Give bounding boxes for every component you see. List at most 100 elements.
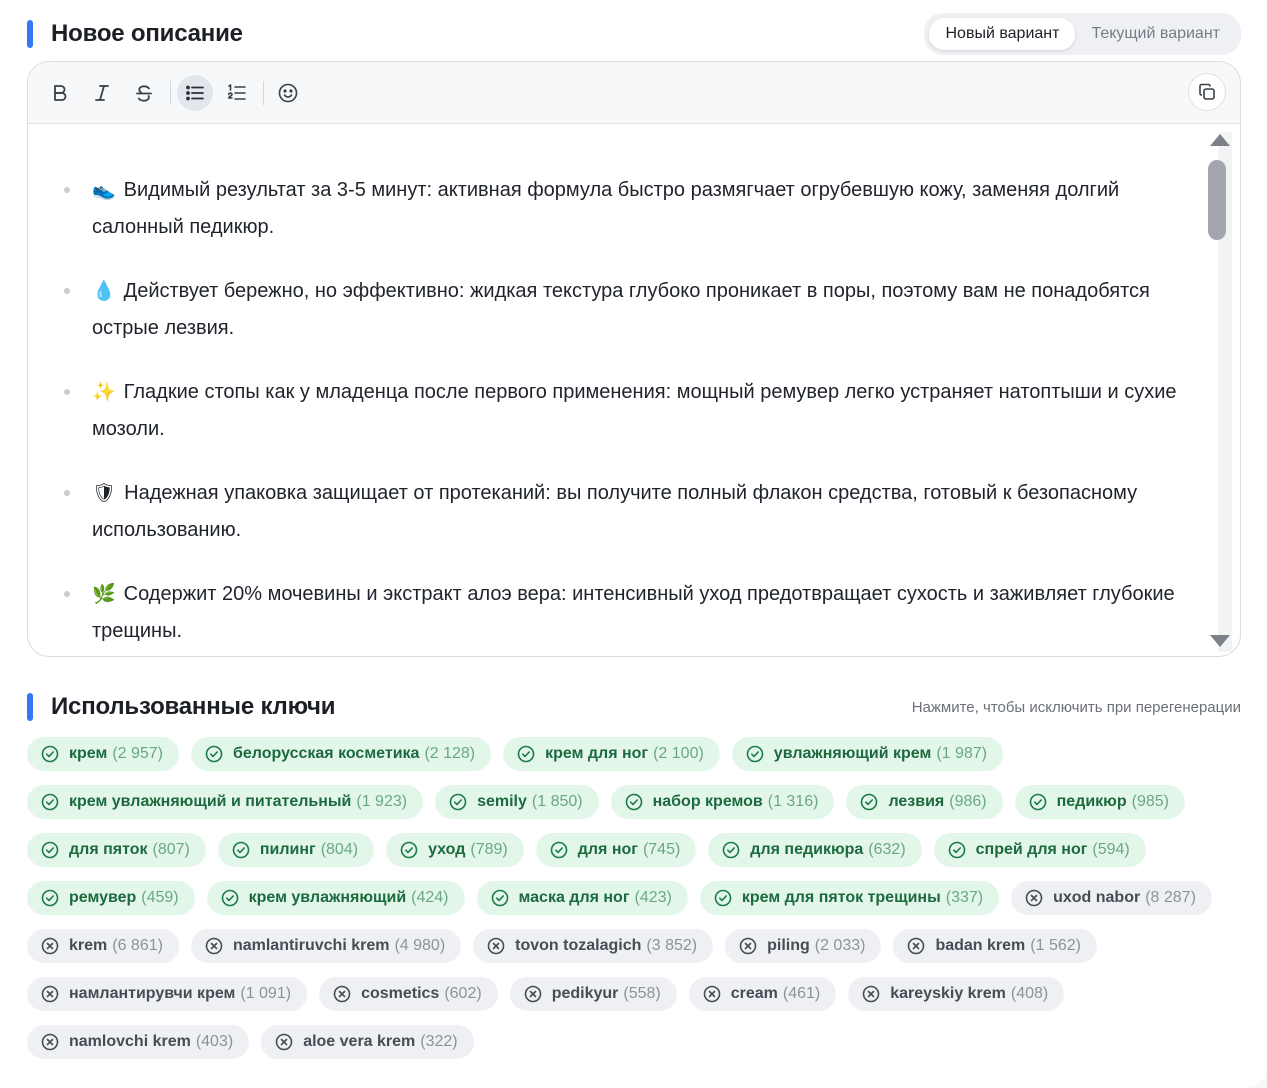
key-label: крем xyxy=(69,745,108,762)
key-count: (1 091) xyxy=(240,985,292,1002)
bullet-emoji-icon: ✨ xyxy=(92,381,116,403)
section-accent-bar xyxy=(27,20,33,48)
key-chip-included[interactable]: для ног (745) xyxy=(535,833,697,867)
key-chip-included[interactable]: крем увлажняющий и питательный (1 923) xyxy=(27,785,424,819)
check-circle-icon xyxy=(517,745,535,763)
key-chip-included[interactable]: для педикюра (632) xyxy=(708,833,922,867)
key-label: tovon tozalagich xyxy=(515,937,642,954)
key-chip-included[interactable]: маска для ног (423) xyxy=(476,881,688,915)
editor-content[interactable]: 👟 Видимый результат за 3-5 минут: активна… xyxy=(28,124,1240,656)
key-chip-included[interactable]: крем увлажняющий (424) xyxy=(206,881,465,915)
key-chip-included[interactable]: педикюр (985) xyxy=(1014,785,1185,819)
check-circle-icon xyxy=(400,841,418,859)
key-chip-excluded[interactable]: namlantiruvchi krem (4 980) xyxy=(190,929,462,963)
key-label: krem xyxy=(69,937,108,954)
keys-title: Использованные ключи xyxy=(51,693,336,720)
x-circle-icon xyxy=(908,937,925,955)
check-circle-icon xyxy=(491,889,508,907)
key-count: (424) xyxy=(411,889,449,906)
key-chip-excluded[interactable]: badan krem (1 562) xyxy=(893,929,1097,963)
scrollbar-thumb[interactable] xyxy=(1208,160,1226,240)
key-label: aloe vera krem xyxy=(303,1033,416,1050)
key-label: набор кремов xyxy=(652,793,763,810)
key-chip-excluded[interactable]: cream (461) xyxy=(688,977,837,1011)
key-chip-included[interactable]: уход (789) xyxy=(386,833,524,867)
strikethrough-button[interactable] xyxy=(126,75,162,111)
key-chip-included[interactable]: пилинг (804) xyxy=(217,833,375,867)
key-chip-included[interactable]: ремувер (459) xyxy=(27,881,195,915)
key-chip-included[interactable]: увлажняющий крем (1 987) xyxy=(731,737,1004,771)
key-label: уход xyxy=(428,841,466,858)
key-chip-excluded[interactable]: namlovchi krem (403) xyxy=(27,1025,250,1059)
key-chip-included[interactable]: для пяток (807) xyxy=(27,833,206,867)
bullet-list-icon xyxy=(186,85,204,100)
key-chip-excluded[interactable]: piling (2 033) xyxy=(725,929,882,963)
bold-button[interactable] xyxy=(42,75,78,111)
check-circle-icon xyxy=(746,745,764,763)
list-item: 🌿 Содержит 20% мочевины и экстракт алоэ в… xyxy=(64,576,1192,650)
key-label: kareyskiy krem xyxy=(890,985,1006,1002)
key-count: (602) xyxy=(444,985,482,1002)
key-label: намлантирувчи крем xyxy=(69,985,236,1002)
key-chip-included[interactable]: крем (2 957) xyxy=(27,737,180,771)
key-label: pedikyur xyxy=(551,985,619,1002)
key-count: (1 316) xyxy=(767,793,819,810)
key-label: для ног xyxy=(577,841,638,858)
key-label: cosmetics xyxy=(361,985,440,1002)
key-chip-excluded[interactable]: pedikyur (558) xyxy=(509,977,677,1011)
check-circle-icon xyxy=(41,841,59,859)
keys-hint: Нажмите, чтобы исключить при перегенерац… xyxy=(911,698,1241,716)
key-label: маска для ног xyxy=(518,889,630,906)
key-count: (1 923) xyxy=(356,793,408,810)
italic-icon xyxy=(95,84,109,101)
key-chip-excluded[interactable]: krem (6 861) xyxy=(27,929,179,963)
key-chip-excluded[interactable]: aloe vera krem (322) xyxy=(261,1025,474,1059)
copy-button[interactable] xyxy=(1188,73,1226,111)
key-label: namlovchi krem xyxy=(69,1033,191,1050)
key-chip-included[interactable]: semily (1 850) xyxy=(435,785,599,819)
key-label: badan krem xyxy=(935,937,1026,954)
check-circle-icon xyxy=(41,793,59,811)
key-label: semily xyxy=(477,793,527,810)
key-chip-included[interactable]: спрей для ног (594) xyxy=(933,833,1146,867)
key-chip-included[interactable]: лезвия (986) xyxy=(846,785,1003,819)
x-circle-icon xyxy=(41,937,59,955)
scroll-up-arrow[interactable] xyxy=(1210,134,1230,146)
key-chip-excluded[interactable]: uxod nabor (8 287) xyxy=(1011,881,1212,915)
tab-new-variant[interactable]: Новый вариант xyxy=(929,18,1076,50)
x-circle-icon xyxy=(739,937,757,955)
key-chip-excluded[interactable]: kareyskiy krem (408) xyxy=(848,977,1065,1011)
key-label: пилинг xyxy=(259,841,316,858)
key-label: крем увлажняющий xyxy=(248,889,407,906)
key-count: (1 562) xyxy=(1030,937,1081,954)
key-chip-included[interactable]: белорусская косметика (2 128) xyxy=(191,737,492,771)
numbered-list-button[interactable] xyxy=(219,75,255,111)
key-chip-excluded[interactable]: tovon tozalagich (3 852) xyxy=(473,929,714,963)
key-count: (2 033) xyxy=(814,937,866,954)
bullet-emoji-icon: 🌿 xyxy=(92,583,116,605)
key-label: для пяток xyxy=(69,841,148,858)
x-circle-icon xyxy=(41,1033,59,1051)
key-count: (423) xyxy=(634,889,672,906)
bullet-list-button[interactable] xyxy=(177,74,213,111)
scroll-down-arrow[interactable] xyxy=(1210,635,1230,647)
bullet-emoji-icon: 🛡 xyxy=(92,482,117,504)
italic-button[interactable] xyxy=(84,75,120,111)
numbered-list-icon xyxy=(228,83,246,100)
key-count: (8 287) xyxy=(1145,889,1196,906)
keys-list: крем (2 957) белорусская косметика (2 128) к… xyxy=(27,737,1241,1059)
emoji-button[interactable] xyxy=(270,75,306,111)
list-item: 👟 Видимый результат за 3-5 минут: активна… xyxy=(64,172,1192,246)
key-chip-included[interactable]: крем для пяток трещины (337) xyxy=(699,881,1000,915)
key-chip-excluded[interactable]: намлантирувчи крем (1 091) xyxy=(27,977,308,1011)
key-chip-excluded[interactable]: cosmetics (602) xyxy=(319,977,498,1011)
x-circle-icon xyxy=(703,985,721,1003)
key-chip-included[interactable]: крем для ног (2 100) xyxy=(503,737,720,771)
key-label: cream xyxy=(730,985,778,1002)
tab-current-variant[interactable]: Текущий вариант xyxy=(1075,18,1236,50)
description-editor: 👟 Видимый результат за 3-5 минут: активна… xyxy=(27,61,1241,657)
check-circle-icon xyxy=(625,793,642,811)
key-chip-included[interactable]: набор кремов (1 316) xyxy=(610,785,835,819)
key-count: (322) xyxy=(420,1033,458,1050)
toolbar-divider xyxy=(170,80,171,105)
